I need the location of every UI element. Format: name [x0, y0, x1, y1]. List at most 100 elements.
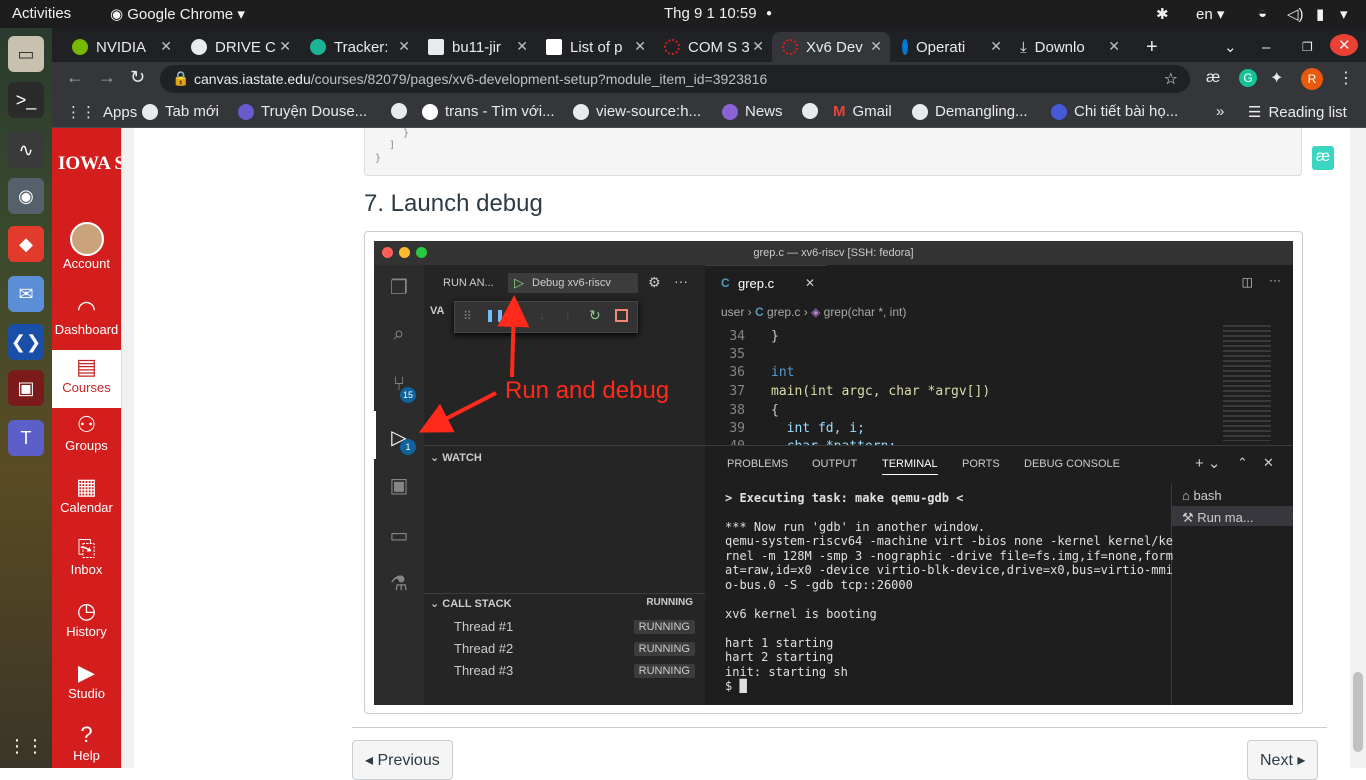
annotation-label: Run and debug [505, 377, 670, 404]
tab-favicon [902, 39, 908, 55]
reading-list-icon: ☰ [1248, 104, 1262, 121]
terminal-red-icon[interactable]: ▣ [8, 370, 44, 406]
tab-favicon [546, 39, 562, 55]
nav-help[interactable]: ? Help [52, 722, 121, 763]
system-menu-icon[interactable]: ▾ [1340, 5, 1348, 23]
grammarly-icon[interactable]: G [1239, 69, 1257, 87]
back-icon[interactable]: ← [66, 67, 84, 88]
wifi-icon[interactable]: ◒ [1258, 5, 1267, 22]
chrome-icon[interactable]: ◉ [8, 178, 44, 214]
teams-icon[interactable]: T [8, 420, 44, 456]
bookmark-star-icon[interactable]: ☆ [1164, 69, 1178, 89]
nav-dashboard[interactable]: ◠ Dashboard [52, 296, 121, 337]
tab-coms[interactable]: COM S 3 ✕ [654, 32, 772, 62]
accessibility-icon[interactable]: ✱ [1156, 5, 1169, 23]
system-top-bar: Activities ◉ Google Chrome ▾ Thg 9 1 10:… [0, 0, 1366, 28]
vscode-icon[interactable]: ❮❯ [8, 324, 44, 360]
chrome-icon: ◉ [110, 6, 128, 23]
address-bar[interactable]: 🔒 canvas.iastate.edu/courses/82079/pages… [160, 65, 1190, 93]
arrow-to-run-debug [418, 391, 497, 433]
bookmark-news[interactable]: News [722, 103, 783, 120]
activities-button[interactable]: Activities [12, 5, 71, 22]
bookmark-apps[interactable]: ⋮⋮ Apps [66, 103, 137, 122]
battery-icon[interactable]: ▮ [1316, 5, 1324, 23]
close-icon[interactable]: ✕ [516, 38, 528, 55]
editor-plugin-icon[interactable]: æ [1312, 146, 1334, 170]
close-icon[interactable]: ✕ [279, 38, 291, 55]
tab-favicon [310, 39, 326, 55]
close-icon[interactable]: ✕ [870, 38, 882, 55]
tab-nvidia[interactable]: NVIDIA ✕ [62, 32, 180, 62]
minimize-button[interactable]: – [1252, 32, 1282, 62]
globe-icon [573, 103, 589, 120]
page-scrollbar-thumb[interactable] [1353, 672, 1363, 752]
extension-icon[interactable]: æ [1206, 69, 1220, 87]
bookmark-globe[interactable] [391, 103, 414, 119]
browser-toolbar: ← → ↻ 🔒 canvas.iastate.edu/courses/82079… [52, 62, 1366, 96]
new-tab-button[interactable]: + [1136, 32, 1166, 62]
close-icon[interactable]: ✕ [398, 38, 410, 55]
tab-xv6-dev[interactable]: Xv6 Dev ✕ [772, 32, 890, 62]
terminal-icon[interactable]: >_ [8, 82, 44, 118]
previous-button[interactable]: ◂ Previous [352, 740, 453, 780]
bookmark-chi-tiet[interactable]: Chi tiết bài họ... [1051, 103, 1178, 120]
extensions-puzzle-icon[interactable]: ✦ [1270, 68, 1283, 88]
history-clock-icon: ◷ [76, 598, 97, 623]
show-apps-icon[interactable]: ⋮⋮ [8, 728, 44, 764]
volume-icon[interactable]: ◁) [1287, 5, 1304, 23]
close-icon[interactable]: ✕ [160, 38, 172, 55]
tab-jira[interactable]: bu11-jir ✕ [418, 32, 536, 62]
system-monitor-icon[interactable]: ∿ [8, 132, 44, 168]
close-icon[interactable]: ✕ [990, 38, 1002, 55]
menu-kebab-icon[interactable]: ⋮ [1338, 68, 1354, 88]
reading-list[interactable]: ☰ Reading list [1248, 103, 1347, 122]
forward-icon[interactable]: → [98, 67, 116, 88]
bookmark-view-source[interactable]: view-source:h... [573, 103, 701, 120]
iowa-state-logo[interactable]: IOWA STATE [58, 154, 174, 173]
nav-account[interactable]: Account [52, 222, 121, 271]
app-menu[interactable]: ◉ Google Chrome ▾ [110, 5, 245, 23]
close-icon[interactable]: ✕ [752, 38, 764, 55]
bookmark-demangling[interactable]: Demangling... [912, 103, 1028, 120]
tab-drive[interactable]: DRIVE C ✕ [181, 32, 299, 62]
reload-icon[interactable]: ↻ [130, 67, 145, 88]
mail-icon[interactable]: ✉ [8, 276, 44, 312]
code-line: } [403, 128, 410, 139]
tab-strip: NVIDIA ✕ DRIVE C ✕ Tracker: ✕ bu11-jir ✕ Lis… [52, 28, 1366, 62]
bookmark-tab-moi[interactable]: Tab mới [142, 103, 219, 120]
tab-search-icon[interactable]: ⌄ [1214, 32, 1244, 62]
close-window-button[interactable]: ✕ [1330, 34, 1358, 56]
courses-book-icon: ▤ [76, 354, 97, 379]
anydesk-icon[interactable]: ◆ [8, 226, 44, 262]
google-icon [422, 103, 438, 120]
code-line: ] [389, 140, 396, 151]
nav-history[interactable]: ◷ History [52, 598, 121, 639]
nav-courses[interactable]: ▤ Courses [52, 350, 121, 408]
language-selector[interactable]: en ▾ [1196, 5, 1224, 23]
dashboard-gauge-icon: ◠ [76, 296, 97, 321]
close-icon[interactable]: ✕ [1108, 38, 1120, 55]
profile-avatar[interactable]: R [1301, 68, 1323, 90]
nav-scrollbar[interactable] [121, 128, 134, 768]
tab-operating[interactable]: Operati ✕ [892, 32, 1010, 62]
next-button[interactable]: Next ▸ [1247, 740, 1319, 780]
restore-button[interactable]: ❐ [1292, 32, 1322, 62]
nav-studio[interactable]: ▶ Studio [52, 660, 121, 701]
news-icon [722, 103, 738, 120]
nav-inbox[interactable]: ⎘ Inbox [52, 536, 121, 577]
tab-favicon [428, 39, 444, 55]
close-icon[interactable]: ✕ [634, 38, 646, 55]
nav-calendar[interactable]: ▦ Calendar [52, 474, 121, 515]
files-icon[interactable]: ▭ [8, 36, 44, 72]
nav-groups[interactable]: ⚇ Groups [52, 412, 121, 453]
bookmark-trans[interactable]: trans - Tìm với... [422, 103, 555, 120]
tab-tracker[interactable]: Tracker: ✕ [300, 32, 418, 62]
bookmark-truyen[interactable]: Truyện Douse... [238, 103, 367, 120]
bookmarks-overflow-icon[interactable]: » [1216, 103, 1224, 120]
inbox-icon: ⎘ [77, 536, 96, 561]
tab-wikipedia[interactable]: List of p ✕ [536, 32, 654, 62]
clock[interactable]: Thg 9 1 10:59 [664, 5, 757, 22]
tab-downloads[interactable]: ⤓ Downlo ✕ [1010, 32, 1128, 62]
bookmark-gmail[interactable]: M Gmail [833, 103, 892, 120]
bookmark-globe-2[interactable] [802, 103, 825, 119]
